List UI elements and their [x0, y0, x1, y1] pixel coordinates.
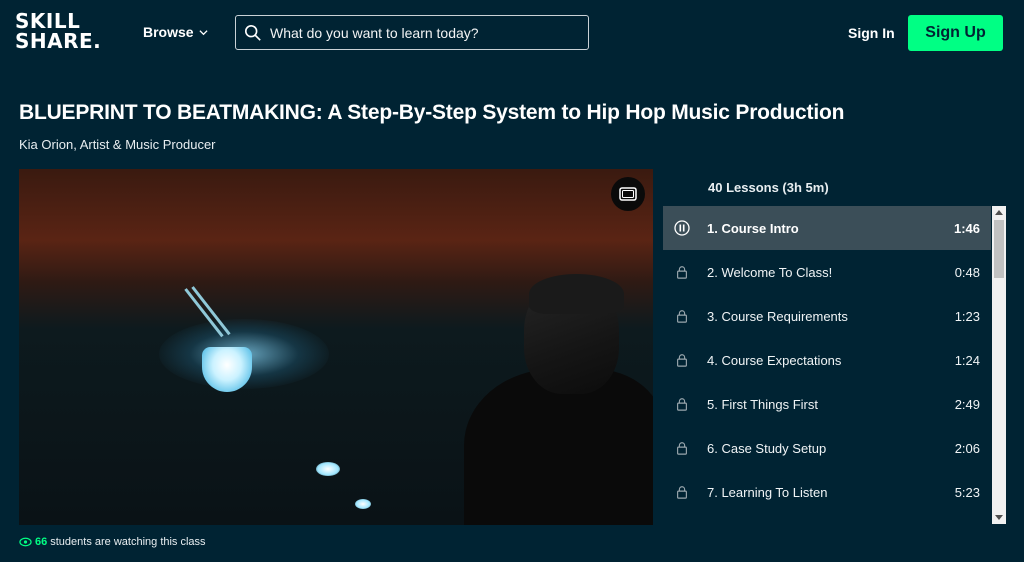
lesson-title: 7. Learning To Listen: [707, 484, 828, 500]
lesson-item[interactable]: 7. Learning To Listen 5:23: [663, 470, 991, 514]
video-person-cap: [529, 274, 624, 314]
lesson-title: 5. First Things First: [707, 396, 819, 412]
lesson-duration: 2:06: [954, 440, 980, 456]
lesson-list[interactable]: 1. Course Intro 1:46 2. Welcome To Class…: [663, 206, 991, 524]
lesson-item[interactable]: 2. Welcome To Class! 0:48: [663, 250, 991, 294]
lesson-title: 2. Welcome To Class!: [707, 264, 833, 280]
lesson-duration: 2:49: [954, 396, 980, 412]
chevron-down-icon: [199, 29, 208, 35]
lock-icon: [674, 308, 690, 324]
lesson-item[interactable]: 1. Course Intro 1:46: [663, 206, 991, 250]
lesson-title: 6. Case Study Setup: [707, 440, 827, 456]
lesson-duration: 5:23: [954, 484, 980, 500]
course-title: BLUEPRINT TO BEATMAKING: A Step-By-Step …: [19, 101, 845, 124]
scroll-down-arrow-icon[interactable]: [995, 515, 1003, 520]
logo-line-2: SHARE.: [15, 29, 102, 53]
lesson-list-scrollbar[interactable]: [992, 206, 1006, 524]
video-lamp-small: [316, 462, 340, 476]
lessons-count: 40 Lessons (3h 5m): [708, 180, 829, 195]
lesson-item[interactable]: 3. Course Requirements 1:23: [663, 294, 991, 338]
lesson-duration: 1:24: [954, 352, 980, 368]
pause-icon[interactable]: [674, 220, 690, 236]
lock-icon: [674, 264, 690, 280]
search-icon: [244, 24, 261, 41]
watching-text: students are watching this class: [50, 536, 206, 548]
site-header: SKILL SHARE. Browse Sign In Sign Up: [0, 0, 1024, 66]
course-author[interactable]: Kia Orion, Artist & Music Producer: [19, 137, 216, 152]
lesson-title: 3. Course Requirements: [707, 308, 848, 324]
lock-icon: [674, 352, 690, 368]
scroll-up-arrow-icon[interactable]: [995, 210, 1003, 215]
browse-label: Browse: [143, 24, 194, 40]
picture-in-picture-button[interactable]: [611, 177, 645, 211]
skillshare-logo[interactable]: SKILL SHARE.: [15, 11, 101, 51]
search-input[interactable]: [270, 24, 570, 41]
lesson-duration: 0:48: [954, 264, 980, 280]
scrollbar-thumb[interactable]: [994, 220, 1004, 278]
watching-indicator: 66 students are watching this class: [19, 536, 206, 548]
eye-icon: [19, 537, 32, 547]
lesson-title: 4. Course Expectations: [707, 352, 842, 368]
search-bar[interactable]: [235, 15, 589, 50]
lesson-duration: 1:46: [953, 220, 980, 236]
sign-up-button[interactable]: Sign Up: [908, 15, 1003, 51]
video-lamp-far: [355, 499, 371, 509]
lock-icon: [674, 440, 690, 456]
lesson-item[interactable]: 5. First Things First 2:49: [663, 382, 991, 426]
lesson-item[interactable]: 6. Case Study Setup 2:06: [663, 426, 991, 470]
logo-line-1: SKILL: [15, 9, 81, 33]
lesson-item[interactable]: 4. Course Expectations 1:24: [663, 338, 991, 382]
lock-icon: [674, 484, 690, 500]
sign-in-link[interactable]: Sign In: [848, 25, 895, 41]
watching-count: 66: [35, 536, 48, 548]
pip-icon: [619, 187, 637, 201]
video-player[interactable]: [19, 169, 653, 525]
lesson-duration: 1:23: [954, 308, 980, 324]
lesson-title: 1. Course Intro: [707, 220, 799, 236]
lock-icon: [674, 396, 690, 412]
browse-menu[interactable]: Browse: [143, 24, 208, 40]
